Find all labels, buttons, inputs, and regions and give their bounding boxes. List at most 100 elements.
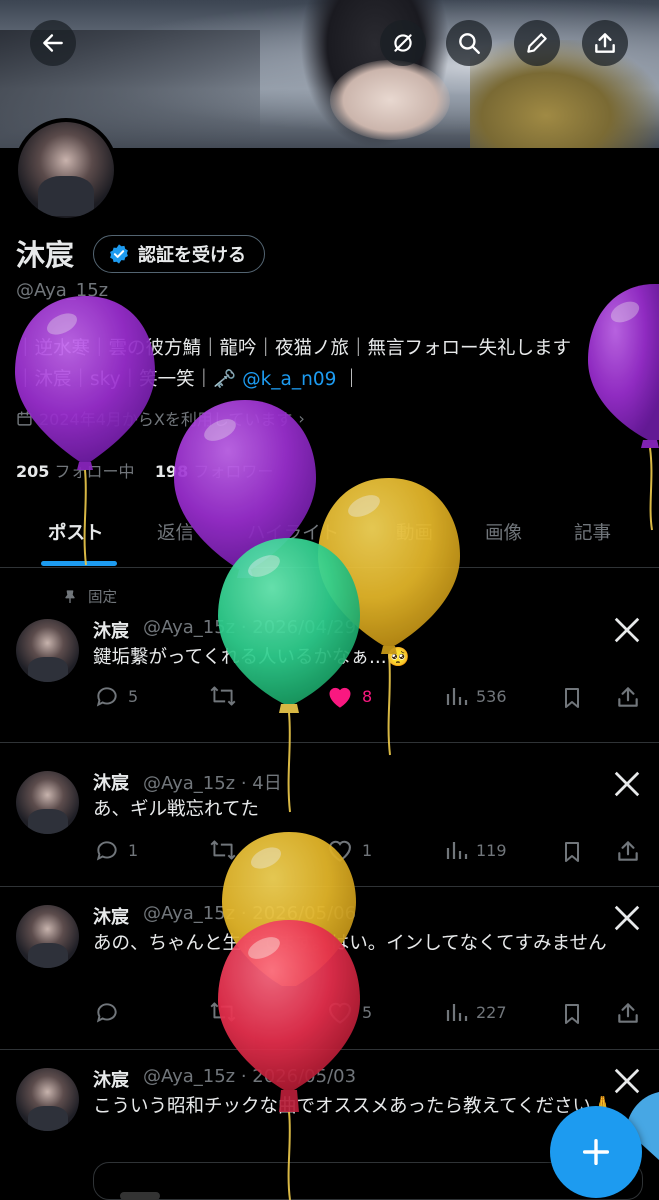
post-item[interactable]: 沐宸 @Aya_15z · 2026/05/06 あの、ちゃんと生きてます。はい…	[0, 887, 659, 1050]
like-button[interactable]: 1	[326, 837, 372, 863]
like-button[interactable]: 5	[326, 999, 372, 1025]
followers-label: フォロワー	[193, 462, 274, 481]
like-count: 1	[362, 840, 373, 860]
share-upload-icon	[595, 33, 615, 53]
share-icon[interactable]	[615, 838, 641, 864]
banner-tree	[470, 40, 659, 148]
bio-mention-link[interactable]: @k_a_n09	[242, 369, 336, 390]
tab-articles[interactable]: 記事	[574, 519, 611, 545]
profile-bio: ｜逆水寒｜雲の彼方鯖｜龍吟｜夜猫ノ旅｜無言フォロー失礼します ｜沐宸｜sky｜笑…	[16, 333, 656, 395]
views-count: 119	[476, 840, 507, 860]
repost-button[interactable]	[208, 999, 246, 1025]
grok-slash-icon	[394, 34, 412, 52]
tab-photos[interactable]: 画像	[485, 519, 522, 545]
tab-videos[interactable]: 動画	[396, 519, 433, 545]
heart-filled-icon	[329, 687, 351, 708]
post-text: あの、ちゃんと生きてます。はい。インしてなくてすみません	[93, 933, 607, 954]
joined-text: 2024年4月からXを利用しています	[39, 410, 293, 429]
analytics-bars-icon	[446, 1004, 468, 1021]
tab-highlights[interactable]: ハイライト	[247, 519, 339, 545]
follow-stats: 205 フォロー中 198 フォロワー	[16, 458, 273, 482]
verified-badge-icon	[110, 244, 128, 264]
tab-posts[interactable]: ポスト	[48, 519, 104, 545]
post-text: こういう昭和チックな曲でオススメあったら教えてください🙏	[93, 1096, 615, 1117]
post-avatar[interactable]	[16, 1068, 79, 1131]
reply-icon	[96, 841, 117, 861]
views-button[interactable]: 119	[444, 837, 507, 863]
like-button[interactable]: 8	[326, 683, 372, 709]
post-author-name[interactable]: 沐宸	[93, 769, 129, 795]
profile-name: 沐宸	[16, 238, 75, 272]
grok-button[interactable]	[380, 20, 426, 66]
bookmark-icon[interactable]	[560, 1001, 584, 1027]
views-button[interactable]: 536	[444, 683, 507, 709]
arrow-left-icon	[43, 34, 63, 52]
post-text: あ、ギル戦忘れてた	[93, 799, 259, 820]
search-button[interactable]	[446, 20, 492, 66]
repost-icon	[210, 840, 236, 860]
bio-line-1: ｜逆水寒｜雲の彼方鯖｜龍吟｜夜猫ノ旅｜無言フォロー失礼します	[16, 338, 572, 359]
analytics-bars-icon	[446, 842, 468, 859]
heart-outline-icon	[329, 1002, 351, 1024]
post-item[interactable]: 沐宸 @Aya_15z · 2026/04/29 鍵垢繋がってくれる人いるかなぁ…	[0, 567, 659, 743]
reply-button[interactable]: 5	[94, 683, 138, 709]
followers-count: 198	[154, 462, 189, 481]
share-icon[interactable]	[615, 684, 641, 710]
balloon-purple-3	[588, 284, 659, 531]
bookmark-icon[interactable]	[560, 685, 584, 711]
profile-banner[interactable]	[0, 0, 659, 148]
views-count: 536	[476, 686, 507, 706]
post-text: 鍵垢繋がってくれる人いるかなぁ...🥺	[93, 647, 410, 668]
chevron-right-icon: ›	[298, 408, 305, 428]
following-label: フォロー中	[54, 462, 135, 481]
post-avatar[interactable]	[16, 905, 79, 968]
calendar-icon	[17, 410, 32, 426]
search-icon	[459, 33, 480, 54]
compose-fab[interactable]	[550, 1106, 642, 1198]
heart-outline-icon	[329, 840, 351, 862]
following-link[interactable]: 205 フォロー中	[16, 462, 135, 481]
repost-icon	[210, 1002, 236, 1022]
quoted-media-thumbnail	[120, 1192, 160, 1200]
post-meta: @Aya_15z · 2026/05/06	[143, 903, 357, 924]
joined-date[interactable]: 2024年4月からXを利用しています ›	[16, 406, 305, 430]
views-count: 227	[476, 1002, 507, 1022]
banner-hand	[330, 60, 450, 140]
bio-line-2: ｜沐宸｜sky｜笑一笑｜🗝️ @k_a_n09 ｜	[16, 364, 656, 395]
post-avatar[interactable]	[16, 619, 79, 682]
like-count: 5	[362, 1002, 373, 1022]
post-author-name[interactable]: 沐宸	[93, 617, 129, 643]
reply-count: 5	[128, 686, 139, 706]
reply-count: 1	[128, 840, 139, 860]
repost-button[interactable]	[208, 683, 246, 709]
post-meta: @Aya_15z · 4日	[143, 773, 282, 794]
x-logo-icon[interactable]	[612, 769, 642, 799]
post-meta: @Aya_15z · 2026/05/03	[143, 1066, 357, 1087]
plus-icon	[582, 1138, 610, 1166]
reply-button[interactable]	[94, 999, 128, 1025]
post-author-name[interactable]: 沐宸	[93, 903, 129, 929]
repost-button[interactable]	[208, 837, 246, 863]
post-author-name[interactable]: 沐宸	[93, 1066, 129, 1092]
views-button[interactable]: 227	[444, 999, 507, 1025]
followers-link[interactable]: 198 フォロワー	[155, 462, 274, 481]
x-logo-icon[interactable]	[612, 615, 642, 645]
get-verified-button[interactable]: 認証を受ける	[93, 235, 265, 273]
back-button[interactable]	[30, 20, 76, 66]
profile-handle: @Aya_15z	[16, 280, 109, 301]
x-logo-icon[interactable]	[612, 1066, 642, 1096]
profile-avatar[interactable]	[14, 118, 118, 222]
x-logo-icon[interactable]	[612, 903, 642, 933]
post-item[interactable]: 沐宸 @Aya_15z · 4日 あ、ギル戦忘れてた 1 1 119	[0, 743, 659, 887]
following-count: 205	[16, 462, 50, 481]
reply-icon	[96, 687, 117, 707]
post-avatar[interactable]	[16, 771, 79, 834]
share-icon[interactable]	[615, 1000, 641, 1026]
reply-button[interactable]: 1	[94, 837, 138, 863]
edit-button[interactable]	[514, 20, 560, 66]
bookmark-icon[interactable]	[560, 839, 584, 865]
tab-replies[interactable]: 返信	[157, 519, 194, 545]
reply-icon	[96, 1003, 117, 1023]
share-button[interactable]	[582, 20, 628, 66]
analytics-bars-icon	[446, 688, 468, 705]
